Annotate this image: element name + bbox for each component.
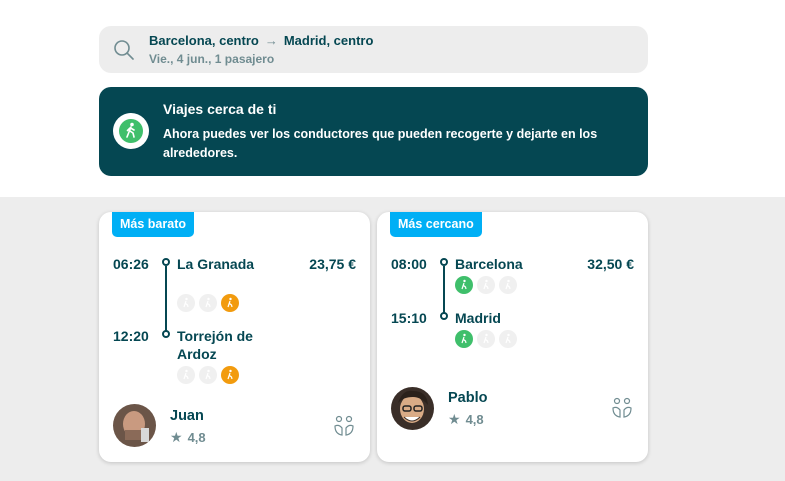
banner-text: Ahora puedes ver los conductores que pue… xyxy=(163,127,598,160)
departure-time: 08:00 xyxy=(391,256,427,272)
trip-card[interactable]: Más barato 06:26 La Granada 12:20 Torrej… xyxy=(99,212,370,462)
search-icon xyxy=(114,40,134,60)
driver-name: Pablo xyxy=(448,390,488,406)
arrow-right-icon: → xyxy=(264,33,278,48)
star-icon: ★ xyxy=(170,429,183,445)
search-summary[interactable]: Barcelona, centro → Madrid, centro Vie.,… xyxy=(99,26,648,73)
tag-badge: Más barato xyxy=(112,212,194,237)
nearby-trips-banner: Viajes cerca de ti Ahora puedes ver los … xyxy=(99,87,648,176)
rating-value: 4,8 xyxy=(187,430,206,445)
nearby-badge xyxy=(113,113,149,149)
trip-card[interactable]: Más cercano 08:00 Barcelona 15:10 Madrid… xyxy=(377,212,648,462)
walk-icon xyxy=(499,276,517,294)
arrival-place: Madrid xyxy=(455,310,501,326)
search-route: Barcelona, centro → Madrid, centro xyxy=(149,33,373,48)
walk-icon xyxy=(477,276,495,294)
walk-icon xyxy=(177,294,195,312)
departure-place: Barcelona xyxy=(455,256,523,272)
walk-icon xyxy=(177,366,195,384)
rating-value: 4,8 xyxy=(465,412,484,427)
star-icon: ★ xyxy=(448,411,461,427)
walk-icon xyxy=(455,330,473,348)
driver-rating: ★ 4,8 xyxy=(448,411,484,428)
tag-badge: Más cercano xyxy=(390,212,482,237)
walking-person-icon xyxy=(119,119,143,143)
arrival-dot xyxy=(440,312,448,320)
walk-icon xyxy=(499,330,517,348)
departure-dot xyxy=(162,258,170,266)
departure-dot xyxy=(440,258,448,266)
search-details: Vie., 4 jun., 1 pasajero xyxy=(149,52,275,66)
arrival-proximity xyxy=(455,330,517,348)
departure-place: La Granada xyxy=(177,256,255,272)
arrival-time: 15:10 xyxy=(391,310,427,326)
route-line xyxy=(165,266,167,331)
walk-icon xyxy=(221,294,239,312)
walk-icon xyxy=(221,366,239,384)
trip-price: 23,75 € xyxy=(309,256,356,272)
banner-title: Viajes cerca de ti xyxy=(163,101,277,117)
route-line xyxy=(443,266,445,313)
avatar xyxy=(113,404,156,447)
departure-proximity xyxy=(177,294,239,312)
avatar xyxy=(391,387,434,430)
arrival-proximity xyxy=(177,366,239,384)
search-to: Madrid, centro xyxy=(283,33,374,48)
walk-icon xyxy=(199,294,217,312)
max-two-back-icon xyxy=(334,415,354,436)
walk-icon xyxy=(199,366,217,384)
driver-rating: ★ 4,8 xyxy=(170,429,206,446)
walk-icon xyxy=(455,276,473,294)
arrival-place: Torrejón de Ardoz xyxy=(177,328,253,362)
departure-time: 06:26 xyxy=(113,256,149,272)
walk-icon xyxy=(477,330,495,348)
max-two-back-icon xyxy=(612,397,632,418)
departure-proximity xyxy=(455,276,517,294)
driver-name: Juan xyxy=(170,408,204,424)
trip-price: 32,50 € xyxy=(587,256,634,272)
search-from: Barcelona, centro xyxy=(149,33,259,48)
arrival-dot xyxy=(162,330,170,338)
arrival-time: 12:20 xyxy=(113,328,149,344)
